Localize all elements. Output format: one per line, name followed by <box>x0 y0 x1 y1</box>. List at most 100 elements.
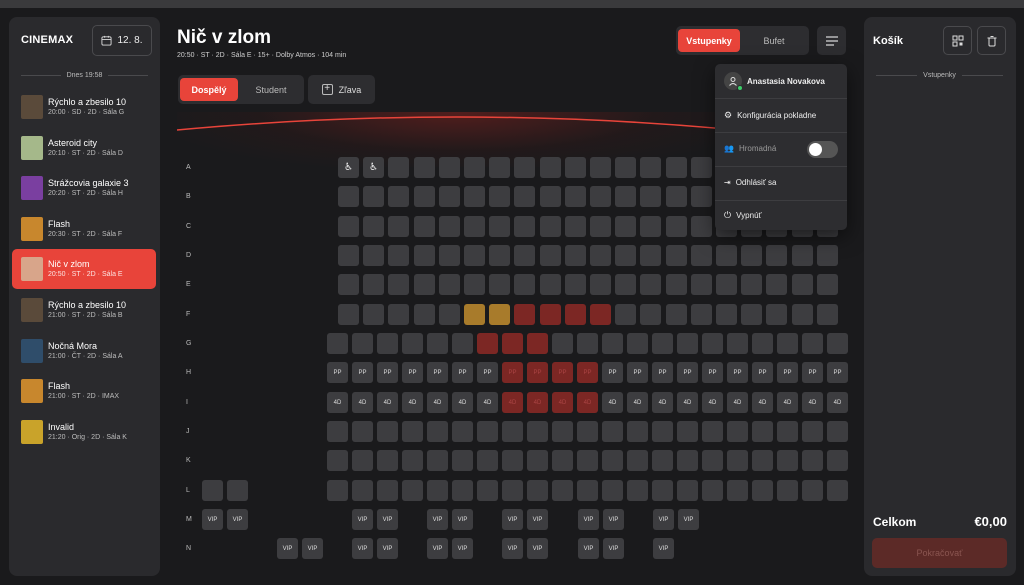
vip-seat[interactable]: VIP <box>227 509 248 530</box>
seat[interactable] <box>666 157 687 178</box>
seat[interactable] <box>540 216 561 237</box>
seat[interactable] <box>691 274 712 295</box>
seat[interactable]: 4D <box>402 392 423 413</box>
seat[interactable] <box>427 450 448 471</box>
seat[interactable] <box>464 186 485 207</box>
vip-seat-pair[interactable]: VIP VIP <box>202 509 248 530</box>
seat[interactable] <box>427 421 448 442</box>
seat[interactable] <box>439 274 460 295</box>
seat[interactable] <box>414 157 435 178</box>
seat[interactable] <box>777 450 798 471</box>
seat[interactable] <box>338 304 359 325</box>
vip-seat-pair[interactable]: VIP VIP <box>277 538 323 559</box>
seat[interactable] <box>666 245 687 266</box>
seat[interactable]: PP <box>777 362 798 383</box>
seat[interactable] <box>577 480 598 501</box>
vip-seat[interactable]: VIP <box>202 509 223 530</box>
seat[interactable] <box>827 333 848 354</box>
seat[interactable] <box>464 157 485 178</box>
wheelchair-seat[interactable]: ♿ <box>338 157 359 178</box>
discount-button[interactable]: + Zľava <box>308 75 375 104</box>
seat[interactable] <box>602 450 623 471</box>
seat[interactable]: 4D <box>677 392 698 413</box>
seat[interactable] <box>338 274 359 295</box>
seat[interactable] <box>827 450 848 471</box>
seat[interactable] <box>577 421 598 442</box>
seat[interactable]: PP <box>802 362 823 383</box>
seat[interactable] <box>752 333 773 354</box>
seat[interactable] <box>402 480 423 501</box>
seat[interactable] <box>552 421 573 442</box>
vip-seat[interactable]: VIP <box>578 538 599 559</box>
seat[interactable] <box>427 480 448 501</box>
date-picker-button[interactable]: 12. 8. <box>92 25 152 56</box>
seat[interactable] <box>452 333 473 354</box>
seat[interactable] <box>502 421 523 442</box>
seat[interactable] <box>640 216 661 237</box>
seat[interactable] <box>452 450 473 471</box>
movie-item[interactable]: Flash 20:30 · ST · 2D · Sála F <box>12 209 156 249</box>
seat[interactable]: 4D <box>827 392 848 413</box>
seat[interactable] <box>792 304 813 325</box>
seat[interactable] <box>464 274 485 295</box>
seat[interactable]: PP <box>477 362 498 383</box>
movie-item[interactable]: Nič v zlom 20:50 · ST · 2D · Sála E <box>12 249 156 290</box>
seat[interactable] <box>227 480 248 501</box>
seat[interactable] <box>615 216 636 237</box>
seat[interactable] <box>338 186 359 207</box>
seat[interactable] <box>666 186 687 207</box>
vip-seat[interactable]: VIP <box>527 509 548 530</box>
seat[interactable] <box>489 186 510 207</box>
seat[interactable] <box>489 274 510 295</box>
seat[interactable] <box>827 421 848 442</box>
seat[interactable] <box>414 274 435 295</box>
vip-seat[interactable]: VIP <box>377 509 398 530</box>
seat[interactable] <box>802 480 823 501</box>
seat[interactable] <box>727 480 748 501</box>
seat[interactable] <box>652 421 673 442</box>
seat[interactable] <box>640 304 661 325</box>
seat[interactable] <box>741 304 762 325</box>
seat[interactable]: 4D <box>477 392 498 413</box>
vip-seat[interactable]: VIP <box>527 538 548 559</box>
seat[interactable] <box>327 421 348 442</box>
seat[interactable] <box>363 186 384 207</box>
seat[interactable] <box>752 450 773 471</box>
seat[interactable] <box>540 245 561 266</box>
seat[interactable] <box>615 186 636 207</box>
seat[interactable] <box>817 274 838 295</box>
tab-buffet[interactable]: Bufet <box>744 29 804 52</box>
seat[interactable] <box>514 186 535 207</box>
seat[interactable] <box>817 304 838 325</box>
seat[interactable] <box>377 333 398 354</box>
seat[interactable] <box>352 450 373 471</box>
seat[interactable] <box>792 245 813 266</box>
seat[interactable] <box>439 157 460 178</box>
vip-seat[interactable]: VIP <box>377 538 398 559</box>
continue-button[interactable]: Pokračovať <box>872 538 1007 568</box>
seat[interactable] <box>352 421 373 442</box>
vip-seat[interactable]: VIP <box>452 538 473 559</box>
seat[interactable] <box>352 333 373 354</box>
menu-item-logout[interactable]: ⇥ Odhlásiť sa <box>724 178 777 187</box>
seat[interactable]: 4D <box>452 392 473 413</box>
ticket-type-student[interactable]: Student <box>240 78 302 101</box>
seat[interactable] <box>388 304 409 325</box>
seat[interactable] <box>414 245 435 266</box>
ticket-type-adult[interactable]: Dospělý <box>180 78 238 101</box>
seat[interactable] <box>552 333 573 354</box>
seat[interactable] <box>702 421 723 442</box>
seat[interactable] <box>489 304 510 325</box>
seat[interactable]: 4D <box>377 392 398 413</box>
seat[interactable]: 4D <box>327 392 348 413</box>
seat[interactable] <box>615 245 636 266</box>
seat[interactable] <box>514 157 535 178</box>
seat[interactable] <box>388 245 409 266</box>
movie-item[interactable]: Rýchlo a zbesilo 10 21:00 · ST · 2D · Sá… <box>12 290 156 330</box>
vip-seat-pair[interactable]: VIP VIP <box>427 538 473 559</box>
seat[interactable] <box>552 480 573 501</box>
seat[interactable] <box>489 157 510 178</box>
seat[interactable] <box>327 450 348 471</box>
vip-seat[interactable]: VIP <box>502 538 523 559</box>
seat[interactable] <box>464 304 485 325</box>
